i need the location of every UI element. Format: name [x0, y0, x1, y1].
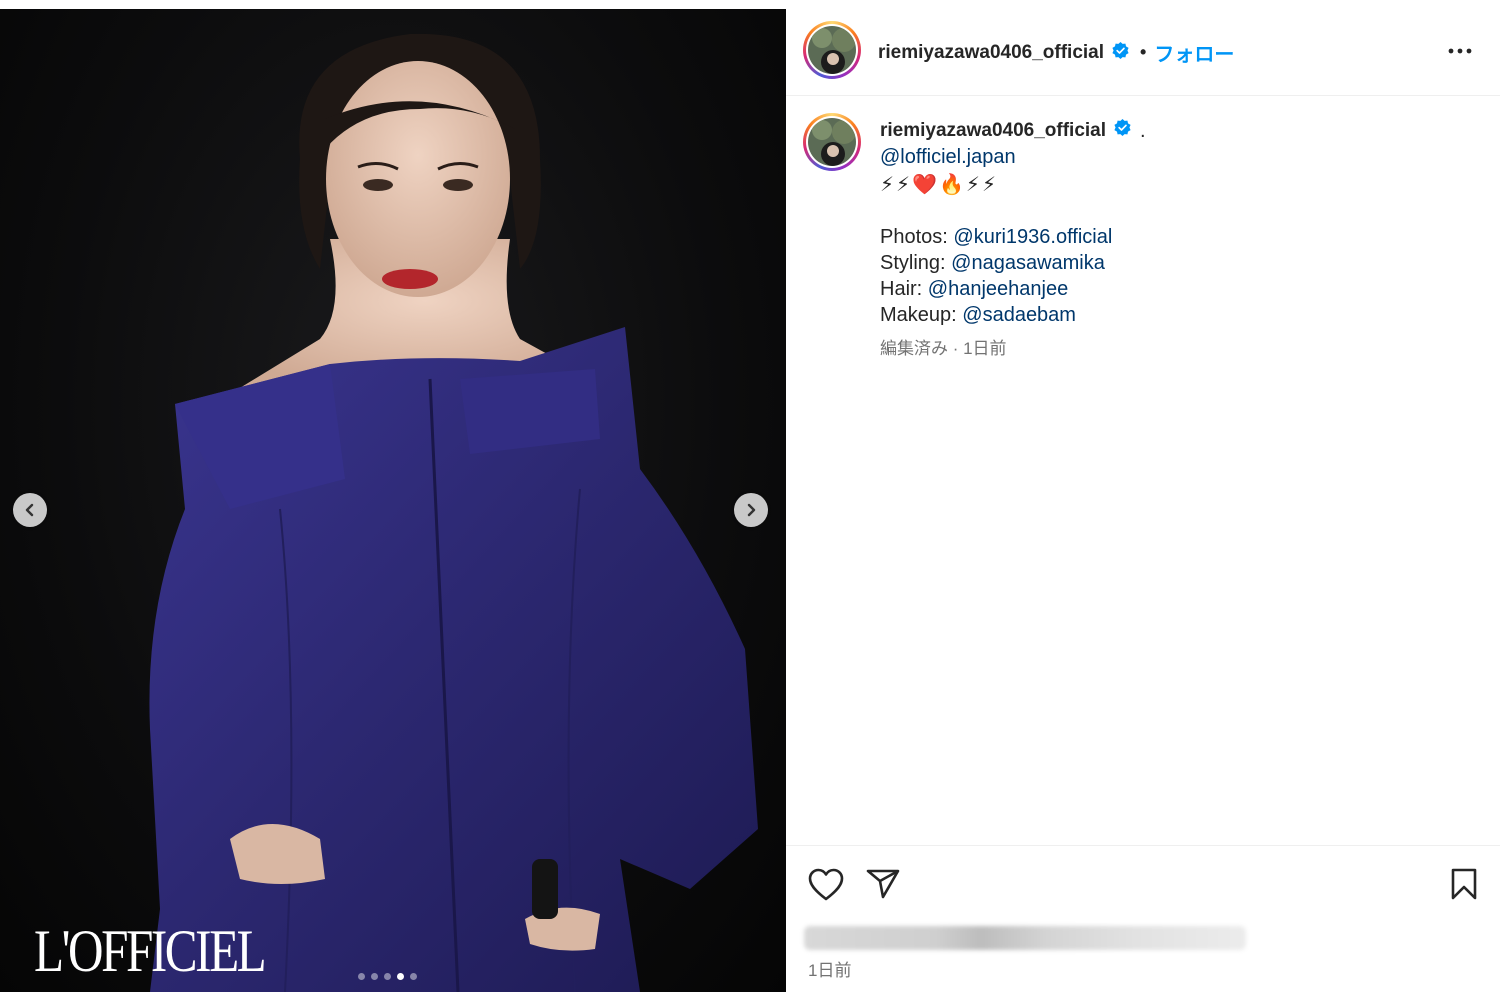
- likes-count-blurred: [804, 926, 1246, 950]
- caption-credits: Photos: @kuri1936.official Styling: @naga…: [880, 224, 1470, 328]
- credit-line: Styling: @nagasawamika: [880, 250, 1470, 276]
- caption-avatar[interactable]: [803, 113, 861, 171]
- emoji: 🔥: [939, 174, 964, 196]
- carousel-dot: [410, 973, 417, 980]
- carousel-dot: [397, 973, 404, 980]
- caption-emojis: ⚡ ⚡ ❤️ 🔥 ⚡ ⚡: [880, 172, 1470, 198]
- post-timestamp[interactable]: 1日前: [808, 956, 851, 981]
- post-media[interactable]: L'OFFICIEL: [0, 9, 786, 992]
- post-header: riemiyazawa0406_official • フォロー: [786, 0, 1500, 96]
- verified-icon: [1113, 118, 1132, 144]
- chevron-left-icon: [25, 503, 34, 517]
- more-icon: [1448, 48, 1472, 54]
- more-options-button[interactable]: [1448, 42, 1472, 60]
- post-side-panel: riemiyazawa0406_official • フォロー riemiyaz…: [786, 0, 1500, 1001]
- credit-mention-link[interactable]: @hanjeehanjee: [928, 278, 1068, 300]
- emoji: ⚡: [880, 174, 895, 196]
- caption-section: riemiyazawa0406_official . @lofficiel.ja…: [786, 96, 1500, 846]
- verified-icon: [1111, 41, 1130, 65]
- credit-label: Hair:: [880, 278, 928, 300]
- emoji: ⚡: [981, 174, 996, 196]
- credit-line: Hair: @hanjeehanjee: [880, 276, 1470, 302]
- credit-mention-link[interactable]: @nagasawamika: [951, 252, 1105, 274]
- credit-mention-link[interactable]: @sadaebam: [962, 304, 1076, 326]
- caption-trailing-text: .: [1140, 120, 1146, 142]
- carousel-dot: [384, 973, 391, 980]
- caption-tag-link[interactable]: @lofficiel.japan: [880, 144, 1470, 170]
- carousel-dots: [358, 973, 417, 980]
- header-username[interactable]: riemiyazawa0406_official: [878, 42, 1104, 64]
- magazine-logo: L'OFFICIEL: [34, 918, 267, 984]
- follow-button[interactable]: フォロー: [1154, 38, 1234, 67]
- credit-label: Styling:: [880, 252, 952, 274]
- credit-label: Makeup:: [880, 304, 963, 326]
- heart-icon: [808, 868, 844, 901]
- caption-meta: 編集済み · 1日前: [880, 339, 1007, 358]
- credit-line: Photos: @kuri1936.official: [880, 224, 1470, 250]
- caption-username[interactable]: riemiyazawa0406_official: [880, 118, 1106, 144]
- emoji: ❤️: [912, 174, 937, 196]
- share-icon: [866, 869, 900, 899]
- carousel-dot: [371, 973, 378, 980]
- chevron-right-icon: [747, 503, 756, 517]
- action-bar: 1日前: [786, 845, 1500, 1002]
- emoji: ⚡: [896, 174, 911, 196]
- credit-line: Makeup: @sadaebam: [880, 302, 1470, 328]
- bookmark-icon: [1451, 868, 1477, 900]
- avatar[interactable]: [803, 21, 861, 79]
- save-button[interactable]: [1450, 868, 1478, 905]
- share-button[interactable]: [866, 868, 900, 905]
- credit-label: Photos:: [880, 226, 954, 248]
- emoji: ⚡: [965, 174, 980, 196]
- carousel-next-button[interactable]: [734, 493, 768, 527]
- post-photo: [149, 33, 758, 992]
- carousel-prev-button[interactable]: [13, 493, 47, 527]
- carousel-dot: [358, 973, 365, 980]
- like-button[interactable]: [808, 868, 844, 907]
- separator-dot: •: [1140, 42, 1147, 62]
- credit-mention-link[interactable]: @kuri1936.official: [953, 226, 1112, 248]
